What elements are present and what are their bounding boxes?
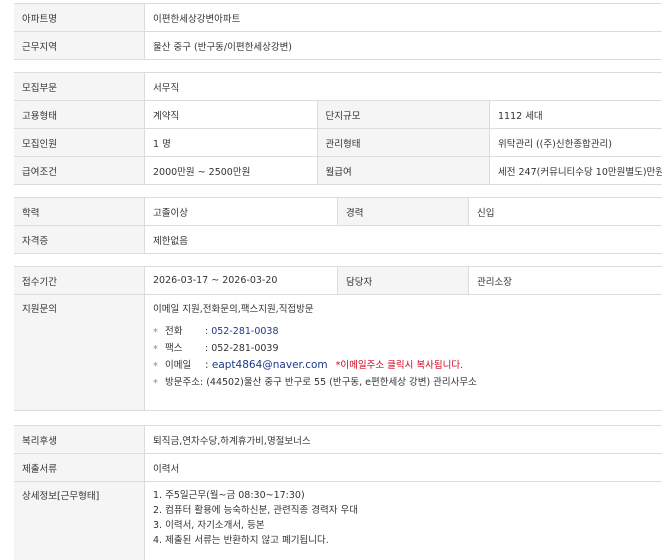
apartment-info-table: 아파트명 이편한세상강변아파트 근무지역 울산 중구 (반구동/이편한세상강변) xyxy=(14,3,662,60)
inquiry-methods: 이메일 지원,전화문의,팩스지원,직접방문 xyxy=(153,301,654,315)
fax-value: : 052-281-0039 xyxy=(205,343,279,354)
recruit-part-value: 서무직 xyxy=(145,73,663,101)
apartment-name-value: 이편한세상강변아파트 xyxy=(145,4,663,32)
table-row: 상세정보[근무형태] 1. 주5일근무(월~금 08:30~17:30) 2. … xyxy=(14,482,662,560)
monthly-salary-label: 월급여 xyxy=(317,157,490,185)
license-value: 제한없음 xyxy=(145,226,663,254)
table-row: 아파트명 이편한세상강변아파트 xyxy=(14,4,662,32)
table-row: 모집부문 서무직 xyxy=(14,73,662,101)
salary-label: 급여조건 xyxy=(14,157,145,185)
education-value: 고졸이상 xyxy=(145,198,338,226)
address-value: : (44502)울산 중구 반구로 55 (반구동, e편한세상 강변) 관리… xyxy=(200,377,477,388)
recruit-part-label: 모집부문 xyxy=(14,73,145,101)
welfare-value: 퇴직금,연차수당,하계휴가비,명절보너스 xyxy=(145,426,663,454)
list-item: 1. 주5일근무(월~금 08:30~17:30) xyxy=(153,488,654,503)
headcount-label: 모집인원 xyxy=(14,129,145,157)
experience-value: 신입 xyxy=(469,198,663,226)
table-row: 급여조건 2000만원 ~ 2500만원 월급여 세전 247(커뮤니티수당 1… xyxy=(14,157,662,185)
table-row: 근무지역 울산 중구 (반구동/이편한세상강변) xyxy=(14,32,662,60)
email-link[interactable]: : eapt4864@naver.com xyxy=(205,359,328,371)
list-item: 방문주소: (44502)울산 중구 반구로 55 (반구동, e편한세상 강변… xyxy=(153,374,654,391)
table-row: 접수기간 2026-03-17 ~ 2026-03-20 담당자 관리소장 xyxy=(14,267,662,295)
documents-value: 이력서 xyxy=(145,454,663,482)
list-item: 4. 제출된 서류는 반환하지 않고 폐기됩니다. xyxy=(153,533,654,548)
email-label: 이메일 xyxy=(165,357,205,374)
list-item: 2. 컴퓨터 활용에 능숙하신분, 관련직종 경력자 우대 xyxy=(153,503,654,518)
phone-label: 전화 xyxy=(165,323,205,340)
application-period-label: 접수기간 xyxy=(14,267,145,295)
apartment-name-label: 아파트명 xyxy=(14,4,145,32)
license-label: 자격증 xyxy=(14,226,145,254)
fax-label: 팩스 xyxy=(165,340,205,357)
welfare-table: 복리후생 퇴직금,연차수당,하계휴가비,명절보너스 제출서류 이력서 상세정보[… xyxy=(14,425,662,560)
qualification-table: 학력 고졸이상 경력 신입 자격증 제한없음 xyxy=(14,197,662,254)
list-item: 이메일: eapt4864@naver.com *이메일주소 클릭시 복사됩니다. xyxy=(153,357,654,374)
education-label: 학력 xyxy=(14,198,145,226)
table-row: 복리후생 퇴직금,연차수당,하계휴가비,명절보너스 xyxy=(14,426,662,454)
salary-value: 2000만원 ~ 2500만원 xyxy=(145,157,318,185)
detail-list: 1. 주5일근무(월~금 08:30~17:30) 2. 컴퓨터 활용에 능숙하… xyxy=(153,488,654,548)
application-period-value: 2026-03-17 ~ 2026-03-20 xyxy=(145,267,338,295)
application-table: 접수기간 2026-03-17 ~ 2026-03-20 담당자 관리소장 지원… xyxy=(14,266,662,411)
documents-label: 제출서류 xyxy=(14,454,145,482)
table-row: 고용형태 계약직 단지규모 1112 세대 xyxy=(14,101,662,129)
address-label: 방문주소 xyxy=(165,377,200,388)
table-row: 제출서류 이력서 xyxy=(14,454,662,482)
complex-size-label: 단지규모 xyxy=(317,101,490,129)
experience-label: 경력 xyxy=(338,198,469,226)
headcount-value: 1 명 xyxy=(145,129,318,157)
work-location-label: 근무지역 xyxy=(14,32,145,60)
monthly-salary-value: 세전 247(커뮤니티수당 10만원별도)만원 xyxy=(490,157,663,185)
inquiry-label: 지원문의 xyxy=(14,295,145,411)
employment-type-label: 고용형태 xyxy=(14,101,145,129)
management-type-value: 위탁관리 ((주)신한종합관리) xyxy=(490,129,663,157)
welfare-label: 복리후생 xyxy=(14,426,145,454)
list-item: 3. 이력서, 자기소개서, 등본 xyxy=(153,518,654,533)
email-copy-note: *이메일주소 클릭시 복사됩니다. xyxy=(336,360,463,371)
detail-value: 1. 주5일근무(월~금 08:30~17:30) 2. 컴퓨터 활용에 능숙하… xyxy=(145,482,663,560)
inquiry-value: 이메일 지원,전화문의,팩스지원,직접방문 전화: 052-281-0038 팩… xyxy=(145,295,663,411)
management-type-label: 관리형태 xyxy=(317,129,490,157)
employment-type-value: 계약직 xyxy=(145,101,318,129)
list-item: 팩스: 052-281-0039 xyxy=(153,340,654,357)
complex-size-value: 1112 세대 xyxy=(490,101,663,129)
work-location-value: 울산 중구 (반구동/이편한세상강변) xyxy=(145,32,663,60)
phone-value: : 052-281-0038 xyxy=(205,326,279,337)
recruit-info-table: 모집부문 서무직 고용형태 계약직 단지규모 1112 세대 모집인원 1 명 … xyxy=(14,72,662,185)
table-row: 학력 고졸이상 경력 신입 xyxy=(14,198,662,226)
manager-label: 담당자 xyxy=(338,267,469,295)
list-item: 전화: 052-281-0038 xyxy=(153,323,654,340)
table-row: 지원문의 이메일 지원,전화문의,팩스지원,직접방문 전화: 052-281-0… xyxy=(14,295,662,411)
manager-value: 관리소장 xyxy=(469,267,663,295)
detail-label: 상세정보[근무형태] xyxy=(14,482,145,560)
contact-list: 전화: 052-281-0038 팩스: 052-281-0039 이메일: e… xyxy=(153,323,654,391)
table-row: 자격증 제한없음 xyxy=(14,226,662,254)
table-row: 모집인원 1 명 관리형태 위탁관리 ((주)신한종합관리) xyxy=(14,129,662,157)
